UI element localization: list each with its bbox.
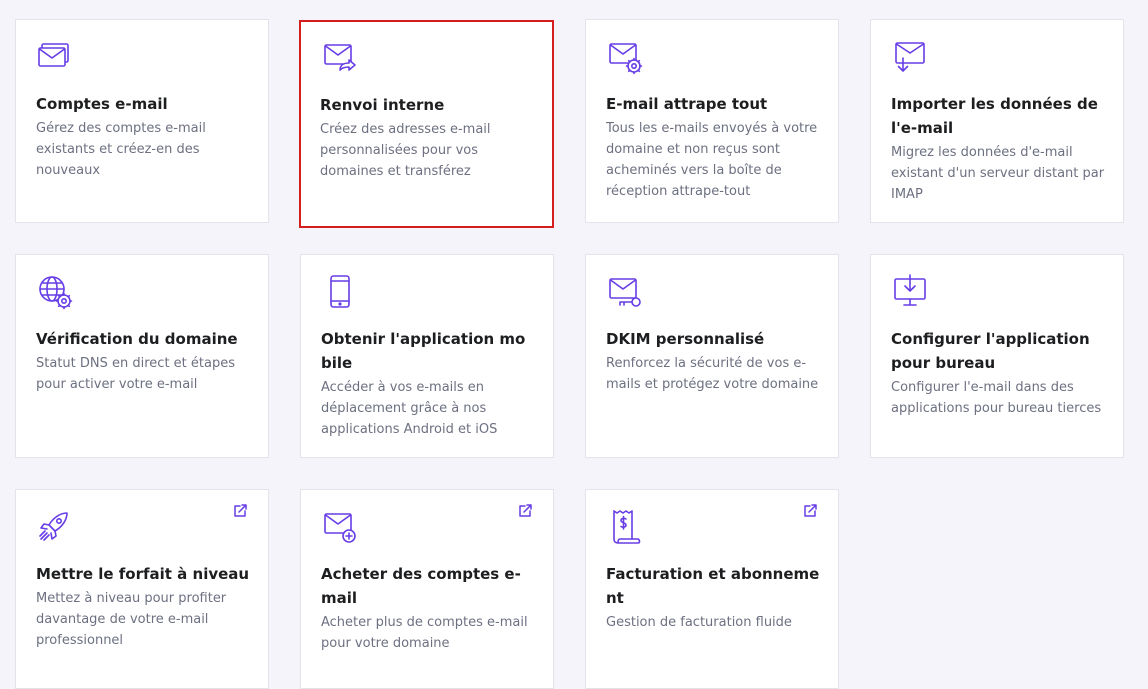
card-catch-all[interactable]: E-mail attrape tout Tous les e-mails env… bbox=[585, 19, 839, 223]
mail-key-icon bbox=[606, 273, 644, 311]
card-desktop-app[interactable]: Configurer l'application pour bureau Con… bbox=[870, 254, 1124, 458]
card-title: Acheter des comptes e-mail bbox=[321, 565, 521, 607]
card-billing[interactable]: Facturation et abonnement Gestion de fac… bbox=[585, 489, 839, 689]
card-description: Migrez les données d'e-mail existant d'u… bbox=[891, 145, 1105, 202]
mailbox-stack-icon bbox=[36, 38, 74, 76]
card-description: Renforcez la sécurité de vos e-mails et … bbox=[606, 356, 819, 392]
card-description: Acheter plus de comptes e-mail pour votr… bbox=[321, 615, 528, 651]
desktop-download-icon bbox=[891, 273, 929, 311]
globe-gear-icon bbox=[36, 273, 74, 311]
card-description: Tous les e-mails envoyés à votre domaine… bbox=[606, 121, 818, 199]
external-link-icon[interactable] bbox=[517, 503, 533, 519]
mail-forward-icon bbox=[320, 39, 358, 77]
mail-add-icon bbox=[321, 508, 359, 546]
card-title: Importer les données de l'e-mail bbox=[891, 95, 1098, 137]
card-upgrade-plan[interactable]: Mettre le forfait à niveau Mettez à nive… bbox=[15, 489, 269, 689]
card-title: Configurer l'application pour bureau bbox=[891, 330, 1090, 372]
card-description: Créez des adresses e-mail personnalisées… bbox=[320, 122, 491, 179]
card-description: Statut DNS en direct et étapes pour acti… bbox=[36, 356, 235, 392]
card-description: Configurer l'e-mail dans des application… bbox=[891, 380, 1102, 416]
card-custom-dkim[interactable]: DKIM personnalisé Renforcez la sécurité … bbox=[585, 254, 839, 458]
smartphone-icon bbox=[321, 273, 359, 311]
mail-import-icon bbox=[891, 38, 929, 76]
card-email-accounts[interactable]: Comptes e-mail Gérez des comptes e-mail … bbox=[15, 19, 269, 223]
card-import-email[interactable]: Importer les données de l'e-mail Migrez … bbox=[870, 19, 1124, 223]
rocket-icon bbox=[36, 508, 74, 546]
card-mobile-app[interactable]: Obtenir l'application mobile Accéder à v… bbox=[300, 254, 554, 458]
card-title: E-mail attrape tout bbox=[606, 95, 768, 113]
card-title: Comptes e-mail bbox=[36, 95, 168, 113]
mail-gear-icon bbox=[606, 38, 644, 76]
external-link-icon[interactable] bbox=[232, 503, 248, 519]
card-description: Mettez à niveau pour profiter davantage … bbox=[36, 591, 227, 648]
card-description: Gestion de facturation fluide bbox=[606, 615, 792, 630]
card-title: DKIM personnalisé bbox=[606, 330, 765, 348]
card-title: Mettre le forfait à niveau bbox=[36, 565, 250, 583]
card-title: Facturation et abonnement bbox=[606, 565, 820, 607]
external-link-icon[interactable] bbox=[802, 503, 818, 519]
receipt-dollar-icon bbox=[606, 508, 644, 546]
card-description: Gérez des comptes e-mail existants et cr… bbox=[36, 121, 206, 178]
card-title: Vérification du domaine bbox=[36, 330, 238, 348]
card-domain-verification[interactable]: Vérification du domaine Statut DNS en di… bbox=[15, 254, 269, 458]
card-title: Obtenir l'application mobile bbox=[321, 330, 526, 372]
card-title: Renvoi interne bbox=[320, 96, 445, 114]
card-internal-forwarding[interactable]: Renvoi interne Créez des adresses e-mail… bbox=[299, 20, 554, 228]
card-description: Accéder à vos e-mails en déplacement grâ… bbox=[321, 380, 498, 437]
card-buy-email-accounts[interactable]: Acheter des comptes e-mail Acheter plus … bbox=[300, 489, 554, 689]
